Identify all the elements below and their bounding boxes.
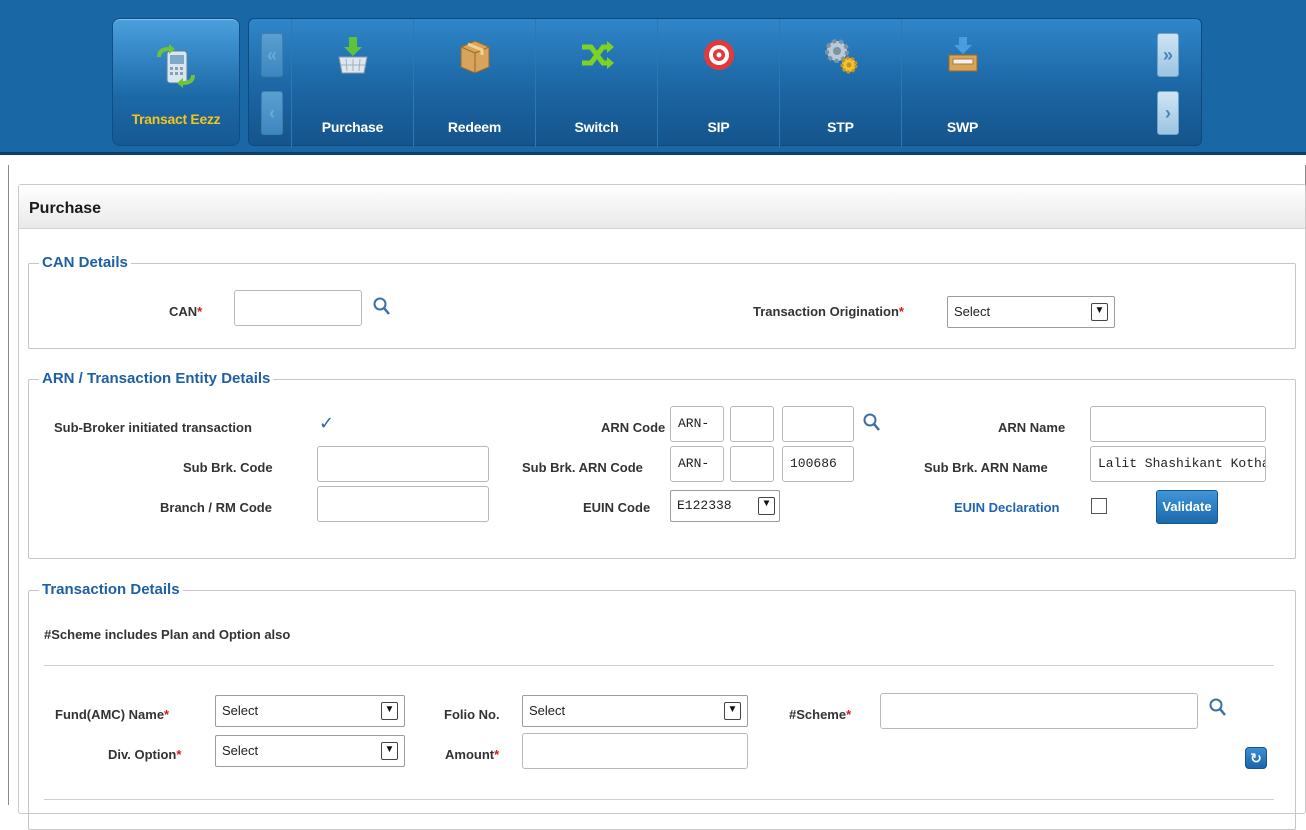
origination-select[interactable]: Select ▼ bbox=[947, 296, 1115, 328]
box-icon bbox=[460, 40, 490, 74]
nav-item-label: STP bbox=[827, 119, 854, 135]
nav-item-purchase[interactable]: Purchase bbox=[291, 19, 413, 147]
sub-brk-code-label: Sub Brk. Code bbox=[183, 460, 273, 475]
nav-item-redeem[interactable]: Redeem bbox=[413, 19, 535, 147]
target-icon bbox=[704, 40, 734, 70]
nav-item-swp[interactable]: SWP bbox=[901, 19, 1023, 147]
basket-icon bbox=[338, 37, 368, 74]
euin-code-select[interactable]: E122338 ▼ bbox=[670, 490, 780, 522]
sub-brk-arn-prefix: ARN- bbox=[670, 446, 724, 482]
validate-button[interactable]: Validate bbox=[1156, 490, 1218, 524]
nav-item-stp[interactable]: STP bbox=[779, 19, 901, 147]
can-details-legend: CAN Details bbox=[39, 254, 131, 271]
div-option-select[interactable]: Select ▼ bbox=[215, 735, 405, 767]
nav-item-label: Purchase bbox=[321, 119, 384, 135]
transaction-details-section: Transaction Details #Scheme includes Pla… bbox=[28, 581, 1296, 830]
folio-no-select[interactable]: Select ▼ bbox=[522, 695, 748, 727]
sub-brk-arn-code-label: Sub Brk. ARN Code bbox=[522, 460, 643, 475]
sub-brk-code-input[interactable] bbox=[317, 446, 489, 482]
amount-input[interactable] bbox=[522, 733, 748, 769]
sub-brk-arn-part2-input[interactable] bbox=[730, 446, 774, 482]
arn-details-section: ARN / Transaction Entity Details Sub-Bro… bbox=[28, 370, 1296, 559]
chevron-down-icon: ▼ bbox=[1091, 303, 1108, 321]
transact-eezz-label: Transact Eezz bbox=[131, 111, 221, 127]
amount-label: Amount* bbox=[445, 747, 500, 762]
sub-brk-arn-part3-input[interactable]: 100686 bbox=[782, 446, 854, 482]
nav-item-sip[interactable]: SIP bbox=[657, 19, 779, 147]
fund-amc-select[interactable]: Select ▼ bbox=[215, 695, 405, 727]
arn-code-label: ARN Code bbox=[601, 420, 666, 435]
tray-icon bbox=[948, 37, 978, 72]
arn-code-part3-input[interactable] bbox=[782, 406, 854, 442]
next-arrow[interactable]: › bbox=[1157, 91, 1179, 135]
divider bbox=[44, 799, 1274, 800]
transact-eezz-home-button[interactable]: Transact Eezz bbox=[112, 18, 240, 146]
checkmark-icon: ✓ bbox=[319, 413, 335, 433]
scheme-label: #Scheme* bbox=[789, 707, 852, 722]
can-input[interactable] bbox=[234, 290, 362, 326]
euin-declaration-link[interactable]: EUIN Declaration bbox=[954, 500, 1059, 515]
search-icon[interactable] bbox=[1209, 697, 1227, 719]
refresh-icon[interactable]: ↻ bbox=[1245, 747, 1267, 769]
subbroker-checkbox[interactable]: ✓ bbox=[319, 413, 335, 435]
scheme-input[interactable] bbox=[880, 693, 1198, 729]
arn-code-part2-input[interactable] bbox=[730, 406, 774, 442]
fund-amc-label: Fund(AMC) Name* bbox=[55, 707, 170, 722]
arn-details-legend: ARN / Transaction Entity Details bbox=[39, 370, 274, 387]
euin-code-label: EUIN Code bbox=[583, 500, 651, 515]
next-page-arrow[interactable]: » bbox=[1157, 33, 1179, 77]
div-option-value: Select bbox=[222, 743, 259, 758]
euin-code-value: E122338 bbox=[677, 498, 732, 513]
branch-rm-input[interactable] bbox=[317, 486, 489, 522]
euin-declaration-checkbox[interactable] bbox=[1091, 498, 1107, 514]
subbroker-label: Sub-Broker initiated transaction bbox=[54, 420, 252, 435]
transaction-details-legend: Transaction Details bbox=[39, 581, 183, 598]
panel-header: Purchase bbox=[19, 185, 1305, 229]
phone-exchange-icon bbox=[157, 44, 195, 88]
chevron-down-icon: ▼ bbox=[758, 497, 775, 515]
search-icon[interactable] bbox=[373, 296, 391, 318]
chevron-down-icon: ▼ bbox=[381, 702, 398, 720]
chevron-down-icon: ▼ bbox=[724, 702, 741, 720]
can-label: CAN* bbox=[169, 304, 203, 319]
scheme-note: #Scheme includes Plan and Option also bbox=[44, 627, 291, 642]
origination-value: Select bbox=[954, 304, 991, 319]
folio-no-label: Folio No. bbox=[444, 707, 500, 722]
shuffle-icon bbox=[582, 41, 614, 69]
sub-brk-arn-name-input[interactable]: Lalit Shashikant Kothav bbox=[1090, 446, 1266, 482]
can-details-section: CAN Details CAN* Transaction Origination… bbox=[28, 254, 1296, 349]
divider bbox=[44, 665, 1274, 666]
chevron-down-icon: ▼ bbox=[381, 742, 398, 760]
nav-item-label: Redeem bbox=[447, 119, 502, 135]
search-icon[interactable] bbox=[863, 412, 881, 434]
origination-label: Transaction Origination* bbox=[753, 304, 904, 319]
prev-page-arrow[interactable]: ‹ bbox=[261, 91, 283, 135]
folio-no-value: Select bbox=[529, 703, 566, 718]
fund-amc-value: Select bbox=[222, 703, 259, 718]
purchase-panel: Purchase CAN Details CAN* Transaction Or… bbox=[18, 184, 1306, 830]
div-option-label: Div. Option* bbox=[108, 747, 182, 762]
arn-name-label: ARN Name bbox=[998, 420, 1066, 435]
arn-code-prefix: ARN- bbox=[670, 406, 724, 442]
first-page-arrow[interactable]: « bbox=[261, 33, 283, 77]
gears-icon bbox=[825, 39, 858, 74]
sub-brk-arn-name-label: Sub Brk. ARN Name bbox=[924, 460, 1048, 475]
arn-name-input[interactable] bbox=[1090, 406, 1266, 442]
nav-item-switch[interactable]: Switch bbox=[535, 19, 657, 147]
nav-item-label: SIP bbox=[707, 119, 730, 135]
page-title: Purchase bbox=[29, 200, 102, 217]
nav-item-label: Switch bbox=[574, 119, 619, 135]
transaction-type-nav: « ‹ Purchase Redeem Switch SIP STP SWP »… bbox=[248, 18, 1202, 147]
nav-item-label: SWP bbox=[946, 119, 979, 135]
branch-rm-label: Branch / RM Code bbox=[160, 500, 272, 515]
